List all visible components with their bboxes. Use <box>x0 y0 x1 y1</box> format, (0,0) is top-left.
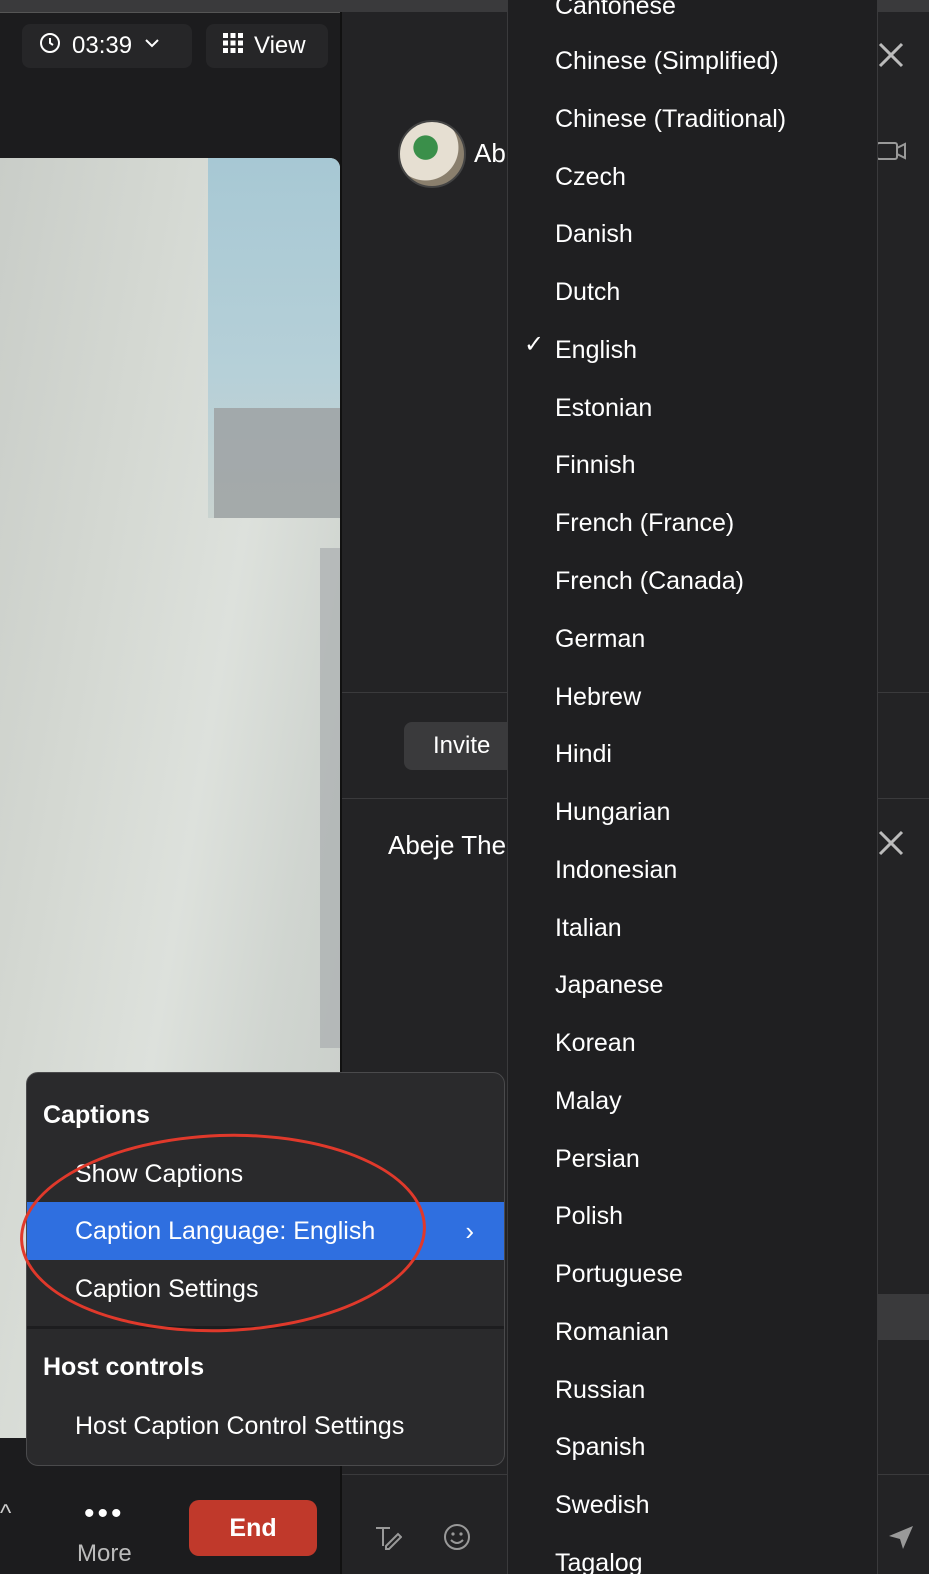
language-item[interactable]: Japanese <box>555 965 663 1005</box>
participant-name: Ab <box>474 138 506 168</box>
close-participants-icon[interactable] <box>876 40 906 70</box>
language-item[interactable]: Chinese (Simplified) <box>555 41 779 81</box>
timer-value: 03:39 <box>72 32 133 59</box>
language-item[interactable]: Indonesian <box>555 850 677 890</box>
language-item[interactable]: Hebrew <box>555 677 641 717</box>
more-label[interactable]: More <box>77 1540 132 1568</box>
send-icon[interactable] <box>886 1522 916 1552</box>
format-text-icon[interactable] <box>372 1522 403 1552</box>
language-item[interactable]: Swedish <box>555 1485 650 1525</box>
language-item[interactable]: Polish <box>555 1196 623 1236</box>
language-item[interactable]: Danish <box>555 214 633 254</box>
chevron-right-icon: › <box>465 1215 474 1246</box>
video-camera-icon[interactable] <box>876 140 906 162</box>
view-label: View <box>254 32 306 59</box>
chevron-down-icon <box>142 32 162 60</box>
language-item[interactable]: French (Canada) <box>555 561 744 601</box>
more-icon[interactable]: ••• <box>84 1497 125 1531</box>
language-item[interactable]: Dutch <box>555 272 620 312</box>
meeting-timer[interactable]: 03:39 <box>22 24 192 68</box>
close-chat-icon[interactable] <box>876 828 906 858</box>
language-item[interactable]: Hindi <box>555 734 612 774</box>
language-item[interactable]: French (France) <box>555 503 734 543</box>
view-button[interactable]: View <box>206 24 328 68</box>
language-item[interactable]: Finnish <box>555 445 636 485</box>
emoji-icon[interactable] <box>442 1522 472 1552</box>
language-item[interactable]: Russian <box>555 1370 645 1410</box>
language-item[interactable]: Spanish <box>555 1427 645 1467</box>
host-caption-control-settings-item[interactable]: Host Caption Control Settings <box>27 1397 504 1455</box>
language-item[interactable]: Portuguese <box>555 1254 683 1294</box>
grid-icon <box>222 32 244 61</box>
video-shadow-edge <box>320 548 340 1048</box>
checkmark-icon: ✓ <box>524 331 545 358</box>
avatar <box>398 120 466 188</box>
language-item[interactable]: Estonian <box>555 388 652 428</box>
language-item[interactable]: Romanian <box>555 1312 669 1352</box>
language-item[interactable]: Hungarian <box>555 792 670 832</box>
language-item[interactable]: Cantonese <box>555 0 676 26</box>
language-menu: Cantonese Chinese (Simplified) Chinese (… <box>507 0 878 1574</box>
captions-heading: Captions <box>43 1101 150 1129</box>
chat-input-box[interactable] <box>876 1294 929 1340</box>
end-button[interactable]: End <box>189 1500 317 1556</box>
invite-button[interactable]: Invite <box>404 722 524 770</box>
host-controls-heading: Host controls <box>43 1353 205 1381</box>
language-item[interactable]: Italian <box>555 908 622 948</box>
language-item[interactable]: Czech <box>555 157 626 197</box>
video-shadow <box>214 408 340 518</box>
chevron-up-icon[interactable]: ^ <box>0 1500 11 1528</box>
language-item-selected[interactable]: English <box>555 330 637 370</box>
clock-icon <box>38 31 62 62</box>
language-item[interactable]: Malay <box>555 1081 622 1121</box>
language-item[interactable]: Persian <box>555 1139 640 1179</box>
chat-recipient: Abeje The <box>388 830 507 860</box>
language-item[interactable]: Korean <box>555 1023 636 1063</box>
language-item[interactable]: German <box>555 619 645 659</box>
language-item[interactable]: Tagalog <box>555 1543 643 1574</box>
language-item[interactable]: Chinese (Traditional) <box>555 99 786 139</box>
